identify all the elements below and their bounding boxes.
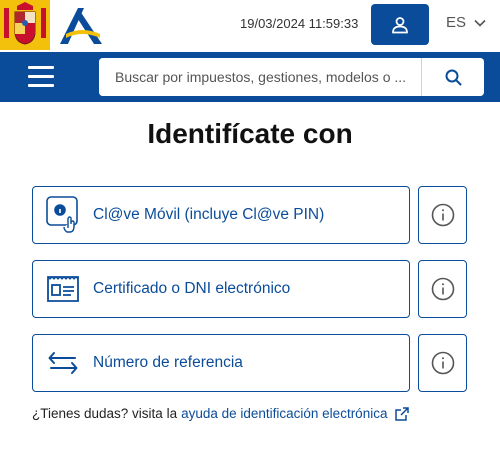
option-label: Número de referencia	[93, 354, 243, 371]
hamburger-menu-icon[interactable]	[28, 66, 54, 88]
user-button[interactable]	[371, 4, 429, 45]
clave-movil-icon	[33, 187, 93, 243]
info-icon	[431, 203, 454, 227]
help-link[interactable]: ayuda de identificación electrónica	[181, 406, 387, 421]
language-label: ES	[446, 14, 467, 31]
page-title: Identifícate con	[147, 118, 353, 149]
option-label: Cl@ve Móvil (incluye Cl@ve PIN)	[93, 206, 325, 223]
certificate-card-icon	[33, 261, 93, 317]
option-label: Certificado o DNI electrónico	[93, 280, 291, 297]
spain-coat-of-arms-icon	[0, 0, 50, 50]
session-datetime: 19/03/2024 11:59:33	[240, 16, 359, 31]
user-icon	[392, 16, 408, 33]
chevron-down-icon	[474, 19, 486, 27]
search-input[interactable]	[99, 58, 421, 96]
option-numero-referencia[interactable]: Número de referencia	[32, 334, 410, 392]
info-button-clave-movil[interactable]	[418, 186, 467, 244]
top-bar: 19/03/2024 11:59:33 ES	[0, 0, 500, 50]
nav-bar	[0, 52, 500, 102]
search-bar	[99, 58, 484, 96]
search-button[interactable]	[421, 58, 484, 96]
agencia-tributaria-logo-icon[interactable]	[56, 4, 106, 48]
help-text: ¿Tienes dudas? visita la	[32, 406, 178, 421]
info-icon	[431, 351, 454, 375]
info-icon	[431, 277, 454, 301]
language-selector[interactable]: ES	[446, 14, 486, 31]
option-clave-movil[interactable]: Cl@ve Móvil (incluye Cl@ve PIN)	[32, 186, 410, 244]
info-button-numero-referencia[interactable]	[418, 334, 467, 392]
help-line: ¿Tienes dudas? visita la ayuda de identi…	[32, 406, 410, 421]
swap-arrows-icon	[33, 335, 93, 391]
external-link-icon[interactable]	[395, 406, 410, 421]
option-certificado-dni[interactable]: Certificado o DNI electrónico	[32, 260, 410, 318]
search-icon	[445, 69, 461, 85]
info-button-certificado-dni[interactable]	[418, 260, 467, 318]
